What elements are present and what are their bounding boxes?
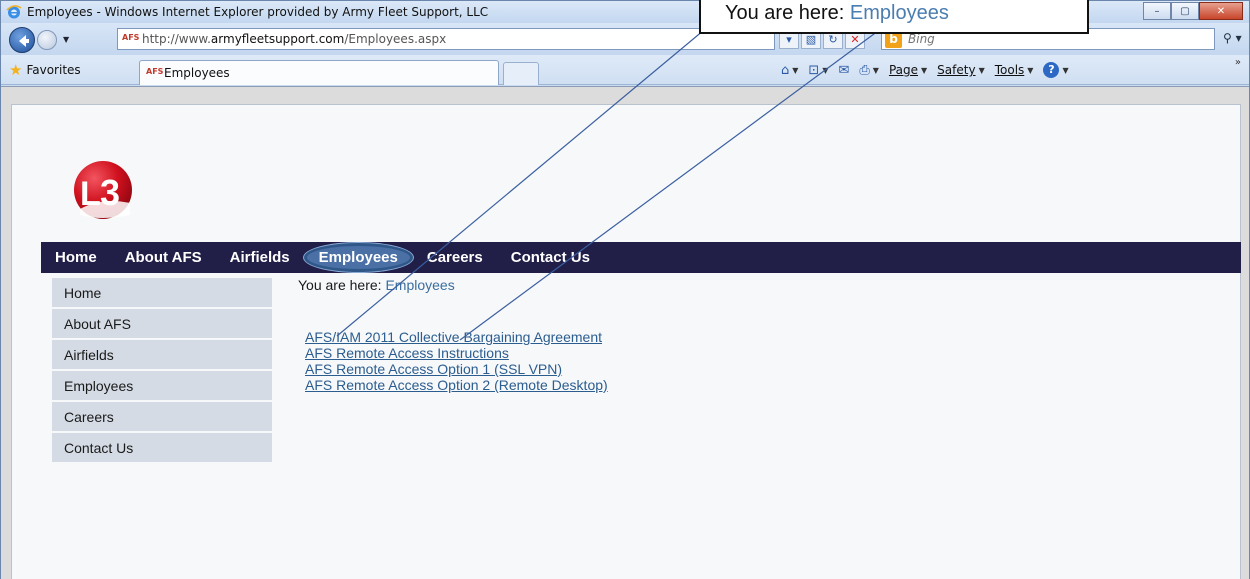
favorites-bar: ★ Favorites AFS Employees ⌂ ▼ ⊡ ▼ ✉ ⎙ ▼ Pag… bbox=[1, 55, 1249, 85]
help-button[interactable]: ? ▼ bbox=[1043, 62, 1069, 78]
link-remote-access-remote-desktop[interactable]: AFS Remote Access Option 2 (Remote Deskt… bbox=[305, 377, 608, 393]
page-menu-label: Page bbox=[888, 63, 919, 77]
browser-window: Employees - Windows Internet Explorer pr… bbox=[0, 0, 1250, 579]
url-text: http://www.armyfleetsupport.com/Employee… bbox=[142, 32, 446, 46]
topnav-item-careers[interactable]: Careers bbox=[413, 249, 497, 266]
maximize-button[interactable]: ▢ bbox=[1171, 2, 1199, 20]
close-button[interactable]: ✕ bbox=[1199, 2, 1243, 20]
url-path: /Employees.aspx bbox=[344, 32, 447, 46]
top-navigation: Home About AFS Airfields Employees Caree… bbox=[41, 242, 1241, 273]
url-prefix: http://www. bbox=[142, 32, 211, 46]
help-icon: ? bbox=[1043, 62, 1060, 78]
callout-prefix: You are here: bbox=[725, 2, 850, 24]
l3-logo: L 3 bbox=[74, 161, 132, 219]
logo-letter: L bbox=[80, 175, 101, 213]
favorites-label: Favorites bbox=[26, 63, 81, 77]
sidebar-item-home[interactable]: Home bbox=[52, 278, 272, 307]
safety-menu[interactable]: Safety ▼ bbox=[937, 63, 985, 77]
print-button[interactable]: ⎙ ▼ bbox=[859, 63, 879, 78]
breadcrumb: You are here: Employees bbox=[298, 277, 455, 293]
home-button[interactable]: ⌂ ▼ bbox=[781, 63, 798, 78]
help-dropdown-icon: ▼ bbox=[1062, 65, 1069, 75]
tab-employees[interactable]: AFS Employees bbox=[139, 60, 499, 85]
link-remote-access-instructions[interactable]: AFS Remote Access Instructions bbox=[305, 345, 608, 361]
minimize-button[interactable]: – bbox=[1143, 2, 1171, 20]
tools-dropdown-icon: ▼ bbox=[1027, 65, 1034, 75]
topnav-item-contact-us[interactable]: Contact Us bbox=[497, 249, 604, 266]
window-title: Employees - Windows Internet Explorer pr… bbox=[27, 5, 489, 19]
web-page: L 3 Home About AFS Airfields Employees C… bbox=[11, 104, 1241, 579]
topnav-item-airfields[interactable]: Airfields bbox=[216, 249, 304, 266]
back-button[interactable] bbox=[9, 27, 35, 53]
callout-text: You are here: Employees bbox=[725, 2, 949, 25]
sidebar-item-about-afs[interactable]: About AFS bbox=[52, 309, 272, 338]
back-arrow-icon bbox=[19, 35, 29, 47]
sidebar-menu: Home About AFS Airfields Employees Caree… bbox=[52, 278, 272, 464]
forward-button[interactable] bbox=[37, 30, 57, 50]
favorites-star-icon: ★ bbox=[9, 61, 23, 79]
topnav-item-employees[interactable]: Employees bbox=[303, 243, 413, 272]
topnav-item-about-afs[interactable]: About AFS bbox=[111, 249, 216, 266]
sidebar-item-employees[interactable]: Employees bbox=[52, 371, 272, 400]
logo-number: 3 bbox=[100, 172, 120, 213]
printer-icon: ⎙ bbox=[859, 62, 870, 78]
chevron-more-icon[interactable]: » bbox=[1235, 57, 1241, 68]
sidebar-item-airfields[interactable]: Airfields bbox=[52, 340, 272, 369]
safety-menu-label: Safety bbox=[937, 63, 976, 77]
breadcrumb-current[interactable]: Employees bbox=[385, 277, 454, 293]
search-icon[interactable]: ⚲ ▾ bbox=[1223, 31, 1242, 45]
new-tab-button[interactable] bbox=[503, 62, 539, 85]
print-dropdown-icon: ▼ bbox=[872, 65, 879, 75]
url-domain: armyfleetsupport.com bbox=[210, 32, 345, 46]
tools-menu[interactable]: Tools ▼ bbox=[995, 63, 1034, 77]
callout-current: Employees bbox=[849, 2, 949, 24]
sidebar-item-careers[interactable]: Careers bbox=[52, 402, 272, 431]
page-dropdown-icon: ▼ bbox=[921, 65, 928, 75]
address-input[interactable]: AFS http://www.armyfleetsupport.com/Empl… bbox=[117, 28, 775, 50]
topnav-item-home[interactable]: Home bbox=[41, 249, 111, 266]
internet-explorer-icon bbox=[6, 5, 22, 19]
window-controls: – ▢ ✕ bbox=[1143, 2, 1243, 20]
sidebar-item-contact-us[interactable]: Contact Us bbox=[52, 433, 272, 462]
link-remote-access-ssl-vpn[interactable]: AFS Remote Access Option 1 (SSL VPN) bbox=[305, 361, 608, 377]
site-favicon-icon: AFS bbox=[122, 33, 140, 42]
breadcrumb-prefix: You are here: bbox=[298, 277, 386, 293]
tab-label: Employees bbox=[164, 66, 230, 80]
page-menu[interactable]: Page ▼ bbox=[889, 63, 927, 77]
mail-icon: ✉ bbox=[838, 62, 850, 78]
mail-button[interactable]: ✉ bbox=[838, 63, 849, 78]
link-collective-bargaining-agreement[interactable]: AFS/IAM 2011 Collective Bargaining Agree… bbox=[305, 329, 608, 345]
command-bar: ⌂ ▼ ⊡ ▼ ✉ ⎙ ▼ Page ▼ Safety ▼ Tools ▼ ? ▼ bbox=[781, 62, 1069, 78]
home-icon: ⌂ bbox=[781, 62, 790, 78]
history-dropdown-icon[interactable]: ▼ bbox=[63, 35, 69, 44]
feeds-dropdown-icon: ▼ bbox=[822, 65, 829, 75]
callout-box: You are here: Employees bbox=[699, 0, 1089, 34]
feeds-button[interactable]: ⊡ ▼ bbox=[808, 63, 828, 78]
tab-favicon-icon: AFS bbox=[146, 67, 164, 76]
rss-icon: ⊡ bbox=[808, 62, 820, 78]
home-dropdown-icon: ▼ bbox=[792, 65, 799, 75]
favorites-button[interactable]: ★ Favorites bbox=[9, 61, 81, 79]
safety-dropdown-icon: ▼ bbox=[978, 65, 985, 75]
employee-links: AFS/IAM 2011 Collective Bargaining Agree… bbox=[305, 329, 608, 393]
tools-menu-label: Tools bbox=[994, 63, 1025, 77]
